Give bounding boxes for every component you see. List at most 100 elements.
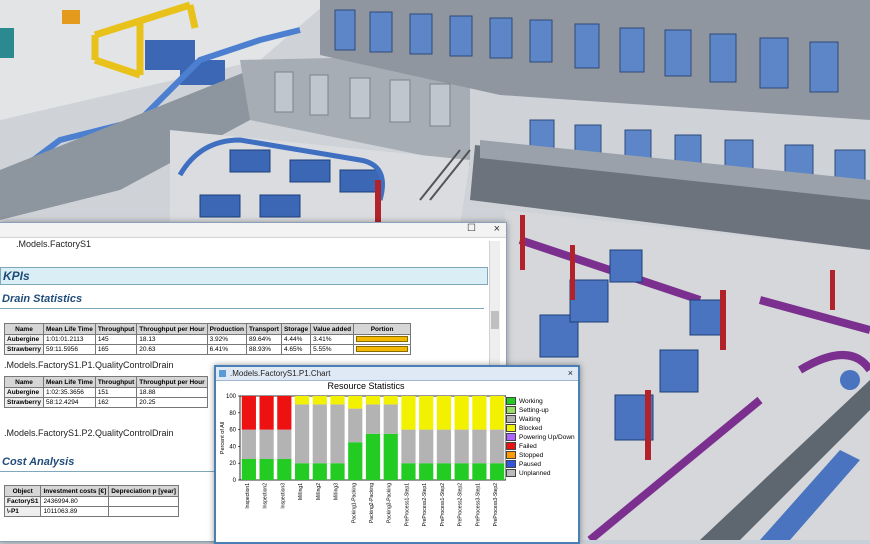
row-name-cell: FactoryS1 [3,496,42,507]
table-cell: 1:02:35.3656 [42,387,96,398]
legend-item: Stopped [506,451,575,460]
bar-segment-failed [259,396,274,430]
bar-segment-working [472,463,487,480]
row-name-cell: Strawberry [4,397,44,408]
x-tick-label: PreProcess3-Step1 [475,483,481,527]
table-cell: 145 [94,334,138,345]
table-cell: 20.63 [136,344,208,355]
table-cell: 4.65% [280,344,312,355]
x-tick-label: Inspection3 [280,483,286,509]
y-tick-label: 80 [229,411,236,417]
bar-segment-working [348,442,363,480]
resource-statistics-chart: 0 20 40 60 80 100 Percent of All Inspection1 Ins… [220,394,506,527]
bar-segment-waiting [383,404,398,434]
column-header: Name [4,376,44,388]
legend-swatch [506,415,516,424]
bar-segment-failed [277,396,292,430]
table-cell: 88.93% [245,344,282,355]
y-tick-label: 60 [229,428,236,434]
table-cell: 165 [94,344,138,355]
y-tick-label: 40 [229,444,236,450]
x-tick-label: PreProcess1-Step1 [404,483,410,527]
column-header: Transport [245,323,282,335]
column-header: Production [206,323,247,335]
legend-label: Failed [519,443,537,450]
maximize-icon[interactable]: ☐ [467,223,476,234]
close-icon[interactable]: × [494,223,500,235]
bar-segment-waiting [330,404,345,464]
row-name-cell: Strawberry [4,344,44,355]
legend-item: Waiting [506,415,575,424]
bar-segment-working [419,463,434,480]
bar-segment-waiting [259,429,274,459]
legend-label: Powering Up/Down [519,434,575,441]
legend-label: Unplanned [519,470,551,477]
row-name-cell: Aubergine [4,334,44,345]
chart-window[interactable]: .Models.FactoryS1.P1.Chart × Resource St… [214,365,580,544]
table-cell: 1011063.89 [40,506,110,517]
column-header: Name [4,323,44,335]
x-tick-label: Packing1-Packing [351,483,357,523]
bar-segment-working [312,463,327,480]
portion-bar [356,336,409,343]
bar-segment-waiting [348,408,363,443]
chart-close-icon[interactable]: × [568,367,573,380]
bar-segment-blocked [312,396,327,405]
table-body: FactoryS1 2436994.80 \-P1 1011063.89 [3,496,179,517]
scrollbar-thumb[interactable] [491,311,499,329]
legend-label: Setting-up [519,407,549,414]
table-row: FactoryS1 2436994.80 [3,496,179,507]
bar-segment-waiting [294,404,310,464]
legend-swatch [506,469,516,478]
legend-item: Unplanned [506,469,575,478]
drain-statistics-heading: Drain Statistics [2,293,83,305]
column-header: Object [3,485,42,497]
table-cell [353,334,412,345]
column-header: Throughput per Hour [136,323,208,335]
bar-segment-blocked [330,396,345,405]
legend-swatch [506,406,516,415]
bar-segment-waiting [241,429,256,459]
report-titlebar[interactable]: ☐ × [0,223,506,238]
x-tick-label: Milling1 [298,483,304,500]
bar-segment-working [330,463,345,480]
legend-item: Setting-up [506,406,575,415]
bar-segment-waiting [312,404,327,464]
legend-label: Stopped [519,452,544,459]
bar-segment-blocked [472,396,487,430]
column-header: Storage [280,323,312,335]
bar-segment-waiting [365,404,381,434]
x-tick-label: Packing3-Packing [387,483,393,523]
p1-path: .Models.FactoryS1.P1.QualityControlDrain [4,360,174,370]
bar-segment-working [436,463,452,480]
bar-segment-working [490,463,505,480]
x-tick-label: PreProcess3-Step2 [493,483,499,527]
table-cell: 162 [94,397,138,408]
legend-item: Failed [506,442,575,451]
column-header: Investment costs [€] [40,485,110,497]
legend-item: Powering Up/Down [506,433,575,442]
table-header-row: Name Mean Life Time Throughput Throughput p… [4,376,208,388]
drain-statistics-table: Name Mean Life Time Throughput Throughput p… [4,323,412,355]
bar-segment-working [241,459,256,480]
column-header: Mean Life Time [42,323,96,335]
bar-segment-blocked [348,396,363,409]
legend-item: Working [506,397,575,406]
x-tick-label: PreProcess1-Step2 [440,483,446,527]
row-name-cell: \-P1 [3,506,42,517]
p2-path: .Models.FactoryS1.P2.QualityControlDrain [4,428,174,438]
bar-segment-waiting [401,429,416,464]
table-cell: 1:01:01.2113 [42,334,96,345]
bar-segment-working [277,459,292,480]
bar-segment-working [383,433,398,480]
bar-segment-waiting [419,429,434,464]
chart-window-icon [219,370,226,377]
table-cell: 59:11.5956 [42,344,96,355]
table-body: Aubergine 1:02:35.3656 151 18.88 Strawberry 5… [4,387,208,408]
table-cell: 18.88 [136,387,208,398]
column-header: Mean Life Time [42,376,96,388]
table-cell: 6.41% [206,344,247,355]
column-header: Throughput per Hour [136,376,208,388]
chart-titlebar[interactable]: .Models.FactoryS1.P1.Chart × [216,367,578,381]
bar-segment-waiting [277,429,292,459]
